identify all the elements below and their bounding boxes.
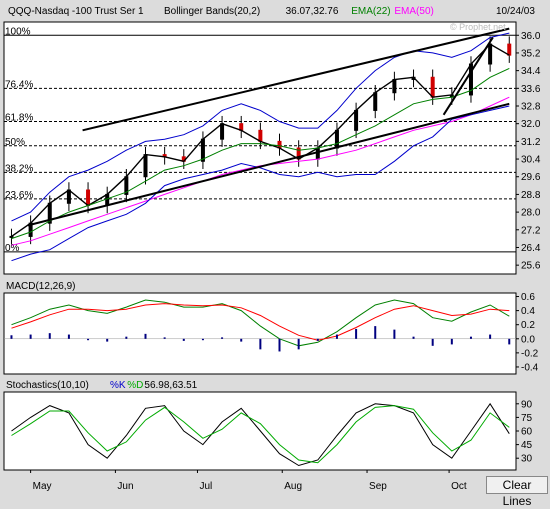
price-bar-body-3 (66, 189, 71, 204)
price-bar-body-10 (200, 138, 205, 162)
fib-label-0: 100% (5, 26, 31, 37)
price-legend-2: EMA(22) (351, 6, 390, 17)
price-bar-body-0 (9, 235, 14, 238)
stochastics-ytick-label-2: 60 (521, 427, 533, 438)
stochastics-title: Stochastics(10,10) (6, 380, 89, 391)
price-bar-body-17 (334, 129, 339, 149)
fib-label-2: 61.8% (5, 112, 33, 123)
month-label-2: Jul (199, 481, 212, 492)
price-ytick-label-1: 35.2 (521, 48, 541, 59)
price-date: 10/24/03 (496, 6, 535, 17)
macd-ytick-label-4: -0.2 (521, 348, 539, 359)
price-ytick-label-5: 32.0 (521, 119, 541, 130)
fib-label-3: 50% (5, 137, 25, 148)
price-bar-body-7 (143, 154, 148, 178)
stochastics-ytick-label-0: 90 (521, 399, 533, 410)
price-ytick-label-6: 31.2 (521, 137, 541, 148)
price-ytick-label-2: 34.4 (521, 66, 541, 77)
price-ytick-label-4: 32.8 (521, 102, 541, 113)
panel-macd-frame (3, 292, 517, 375)
stock-chart: 100% 76.4% 61.8% 50% 38.2% 23.6% 0% 36.0 35.2 34.… (0, 0, 550, 496)
fib-label-1: 76.4% (5, 79, 33, 90)
price-bar-body-11 (220, 123, 225, 140)
price-ytick-label-7: 30.4 (521, 155, 541, 166)
price-watermark: © Prophet.net (450, 22, 506, 32)
clear-lines-button[interactable]: Clear Lines (486, 476, 548, 508)
macd-ytick-label-1: 0.4 (521, 306, 535, 317)
price-bar-body-20 (392, 78, 397, 94)
fib-label-5: 23.6% (5, 190, 33, 201)
macd-ytick-label-2: 0.2 (521, 320, 535, 331)
fib-label-6: 0% (5, 243, 20, 254)
price-bar-body-22 (430, 76, 435, 98)
month-label-0: May (33, 481, 52, 492)
price-ytick-label-13: 25.6 (521, 261, 541, 272)
price-bar-body-19 (373, 92, 378, 111)
stochastics-legend-0: %K (110, 380, 126, 391)
price-bar-body-26 (507, 43, 512, 56)
stochastics-ytick-label-4: 30 (521, 454, 533, 465)
price-ytick-label-0: 36.0 (521, 31, 541, 42)
price-ytick-label-8: 29.6 (521, 172, 541, 183)
macd-ytick-label-0: 0.6 (521, 292, 535, 303)
price-legend-0: Bollinger Bands(20,2) (164, 6, 260, 17)
price-legend-3: EMA(50) (394, 6, 433, 17)
month-label-3: Aug (284, 481, 302, 492)
price-ytick-label-10: 28.0 (521, 208, 541, 219)
price-ytick-label-12: 26.4 (521, 243, 541, 254)
price-ytick-label-3: 33.6 (521, 84, 541, 95)
price-legend-1: 36.07,32.76 (286, 6, 339, 17)
price-bar-body-25 (488, 43, 493, 65)
price-ytick-label-11: 27.2 (521, 225, 541, 236)
macd-title: MACD(12,26,9) (6, 281, 75, 292)
month-label-5: Oct (451, 481, 467, 492)
macd-ytick-label-3: 0.0 (521, 334, 535, 345)
fib-label-4: 38.2% (5, 163, 33, 174)
price-bar-body-5 (105, 193, 110, 206)
price-bar-body-18 (354, 109, 359, 131)
price-bar-body-13 (258, 129, 263, 142)
month-label-1: Jun (117, 481, 133, 492)
stochastics-ytick-label-1: 75 (521, 413, 533, 424)
chart-root: 100% 76.4% 61.8% 50% 38.2% 23.6% 0% 36.0 35.2 34.… (0, 0, 550, 496)
month-label-4: Sep (369, 481, 387, 492)
macd-ytick-label-5: -0.4 (521, 362, 539, 373)
stochastics-legend-2: 56.98,63.51 (144, 380, 197, 391)
stochastics-legend-1: %D (127, 380, 143, 391)
price-bar-body-4 (86, 189, 91, 206)
price-bar-body-16 (315, 147, 320, 160)
stochastics-ytick-label-3: 45 (521, 440, 533, 451)
price-title: QQQ-Nasdaq -100 Trust Ser 1 (8, 6, 144, 17)
price-ytick-label-9: 28.8 (521, 190, 541, 201)
